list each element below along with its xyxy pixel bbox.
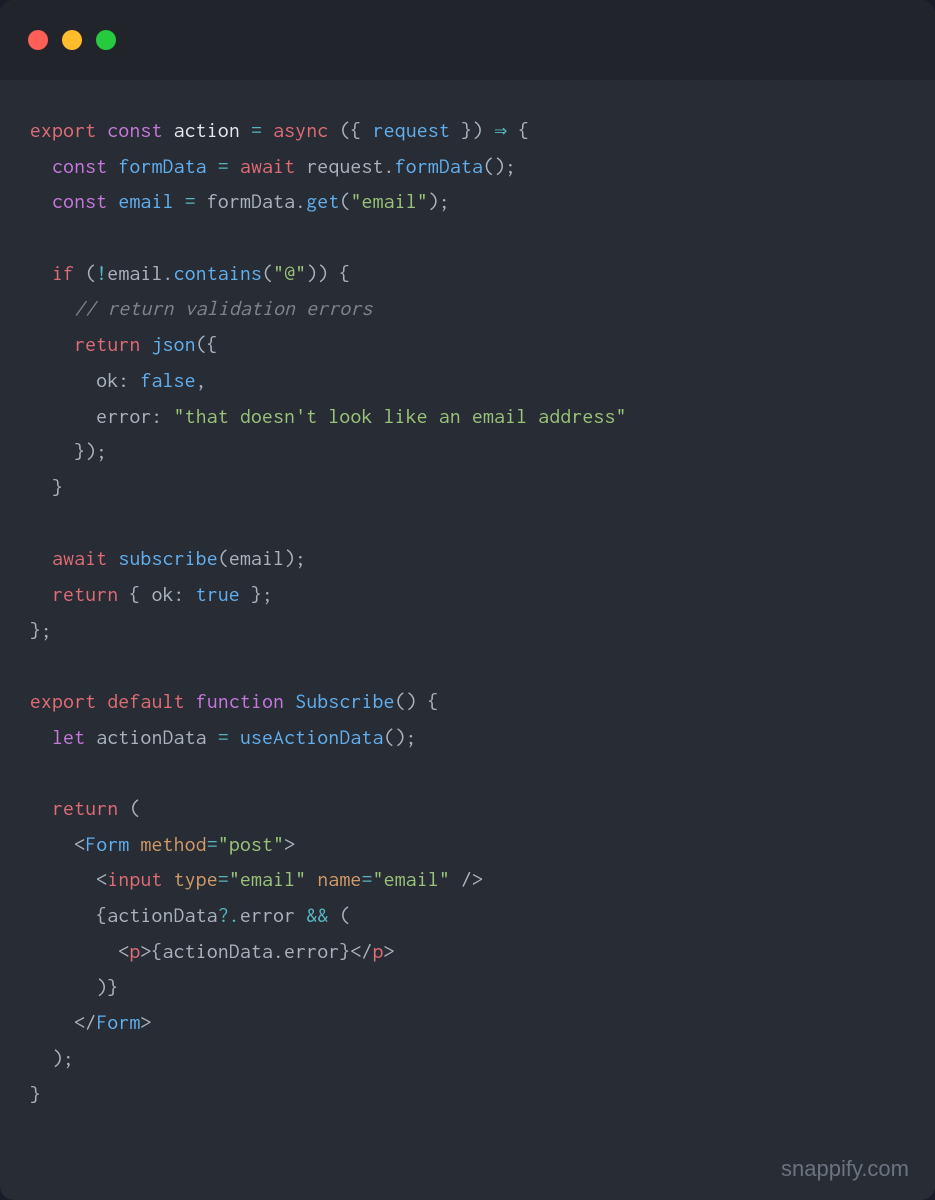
- code-content: export const action = async ({ request }…: [0, 80, 935, 1147]
- watermark: snappify.com: [781, 1156, 909, 1182]
- minimize-icon[interactable]: [62, 30, 82, 50]
- code-window: export const action = async ({ request }…: [0, 0, 935, 1200]
- maximize-icon[interactable]: [96, 30, 116, 50]
- close-icon[interactable]: [28, 30, 48, 50]
- titlebar: [0, 0, 935, 80]
